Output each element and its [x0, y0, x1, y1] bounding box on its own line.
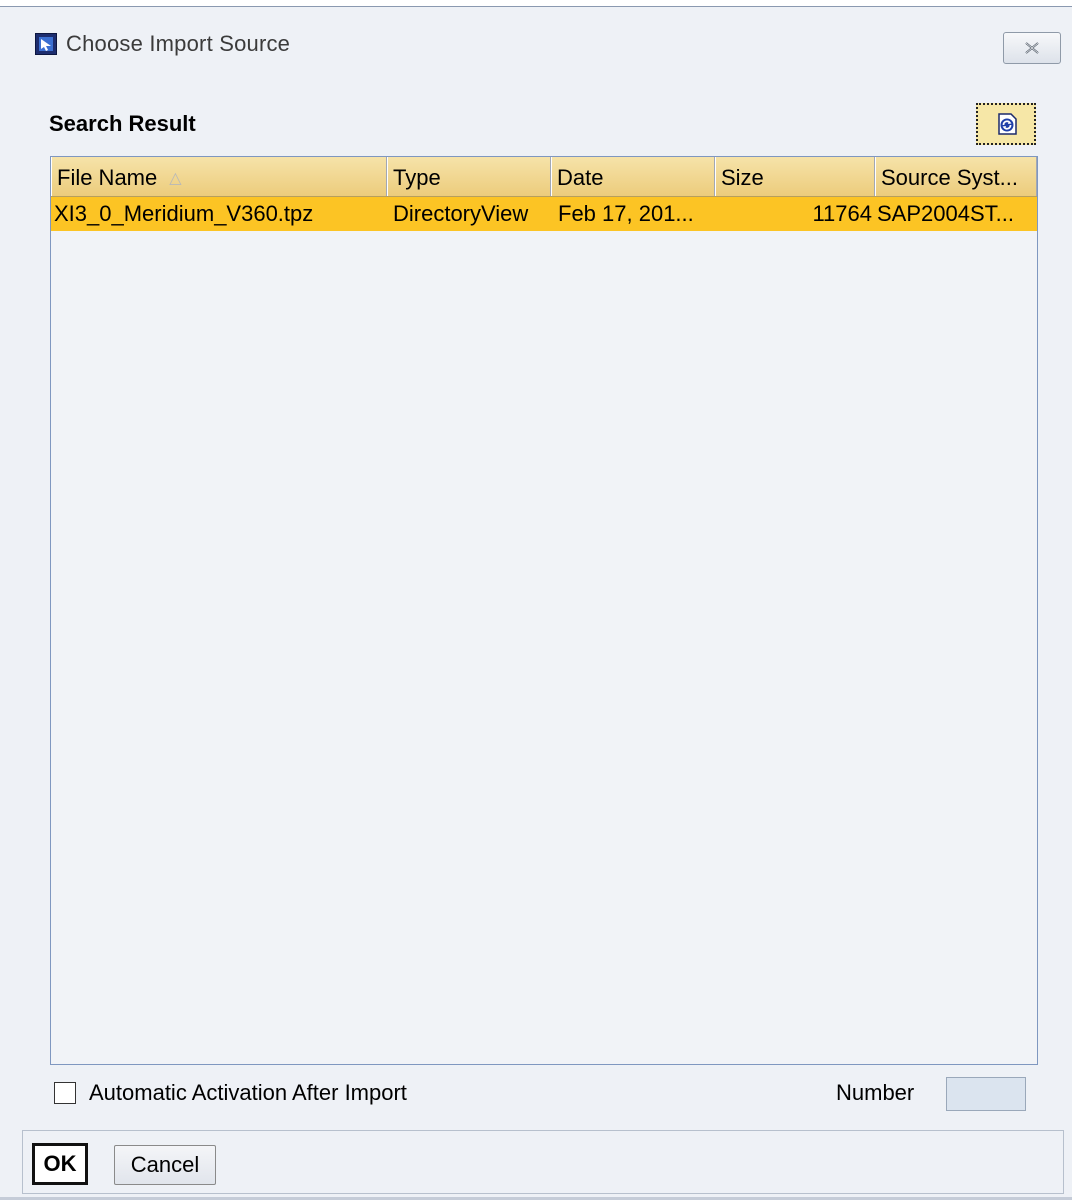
table-row[interactable]: XI3_0_Meridium_V360.tpz DirectoryView Fe…	[51, 197, 1037, 231]
close-icon	[1025, 42, 1039, 54]
search-result-table[interactable]: File Name △ Type Date Size Source Syst...…	[50, 156, 1038, 1065]
cell-date: Feb 17, 201...	[558, 201, 694, 226]
table-header: File Name △ Type Date Size Source Syst...	[51, 157, 1037, 197]
column-header-file-name[interactable]: File Name △	[51, 157, 387, 196]
choose-import-source-dialog: Choose Import Source Search Result File …	[0, 6, 1072, 1198]
ok-button[interactable]: OK	[32, 1143, 88, 1185]
title-bar[interactable]: Choose Import Source	[0, 7, 1072, 73]
sort-ascending-icon: △	[169, 170, 182, 187]
cell-type: DirectoryView	[393, 201, 529, 226]
cell-file-name: XI3_0_Meridium_V360.tpz	[54, 201, 314, 226]
number-label: Number	[836, 1080, 915, 1105]
auto-activation-checkbox[interactable]	[54, 1082, 76, 1104]
column-header-date[interactable]: Date	[551, 157, 715, 196]
refresh-icon	[998, 113, 1017, 135]
auto-activation-label: Automatic Activation After Import	[89, 1080, 407, 1105]
cell-source-system: SAP2004ST...	[877, 201, 1014, 226]
close-button[interactable]	[1003, 32, 1061, 64]
dialog-title: Choose Import Source	[66, 31, 291, 56]
column-header-type[interactable]: Type	[387, 157, 551, 196]
search-result-title: Search Result	[49, 111, 196, 136]
cancel-button[interactable]: Cancel	[114, 1145, 216, 1185]
column-header-size[interactable]: Size	[715, 157, 875, 196]
app-window-icon	[35, 33, 57, 55]
column-header-source-system[interactable]: Source Syst...	[875, 157, 1037, 196]
refresh-button[interactable]	[976, 103, 1036, 145]
cell-size: 11764	[812, 201, 872, 226]
number-input[interactable]	[946, 1077, 1026, 1111]
